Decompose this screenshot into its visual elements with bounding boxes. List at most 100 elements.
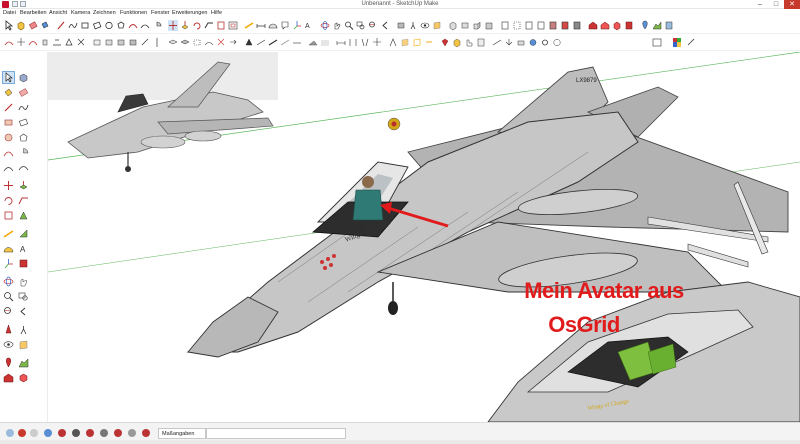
palette-line-icon[interactable] (3, 102, 14, 113)
paint-bucket-icon[interactable] (40, 20, 50, 31)
shaded-textures-icon[interactable] (560, 20, 570, 31)
palette-tape-measure-icon[interactable] (3, 228, 14, 239)
style-profile-icon[interactable] (268, 37, 278, 48)
eraser-icon[interactable] (28, 20, 38, 31)
status-tool-7-icon[interactable] (142, 429, 150, 437)
display-section-planes-icon[interactable] (412, 37, 422, 48)
palette-location-icon[interactable] (3, 357, 14, 368)
right-view-icon[interactable] (484, 20, 494, 31)
warehouse-icon[interactable] (588, 20, 598, 31)
stamp-icon[interactable] (40, 37, 50, 48)
solid-intersect-icon[interactable] (104, 37, 114, 48)
palette-share-icon[interactable] (18, 372, 29, 383)
palette-terrain-icon[interactable] (18, 357, 29, 368)
camera-parallel-icon[interactable] (348, 37, 358, 48)
palette-rotated-rectangle-icon[interactable] (18, 117, 29, 128)
palette-walk-icon[interactable] (18, 324, 29, 335)
back-edges-icon[interactable] (512, 20, 522, 31)
text-icon[interactable] (280, 20, 290, 31)
shaded-icon[interactable] (548, 20, 558, 31)
palette-warehouse-icon[interactable] (3, 372, 14, 383)
palette-move-icon[interactable] (3, 180, 14, 191)
wireframe-icon[interactable] (524, 20, 534, 31)
menu-kamera[interactable]: Kamera (71, 10, 90, 16)
minimize-button[interactable]: – (752, 0, 768, 9)
palette-previous-icon[interactable] (18, 306, 29, 317)
interact-icon[interactable] (464, 37, 474, 48)
offset-icon[interactable] (228, 20, 238, 31)
palette-dimension-icon[interactable] (18, 228, 29, 239)
status-tool-1-icon[interactable] (58, 429, 66, 437)
component-options-icon[interactable] (180, 37, 190, 48)
arc-icon[interactable] (128, 20, 138, 31)
circle-icon[interactable] (104, 20, 114, 31)
make-component-icon[interactable] (16, 20, 26, 31)
palette-position-camera-icon[interactable] (3, 324, 14, 335)
palette-pie-icon[interactable] (18, 147, 29, 158)
palette-orbit-icon[interactable] (3, 276, 14, 287)
select-tool-icon[interactable] (4, 20, 14, 31)
pie-icon[interactable] (152, 20, 162, 31)
status-tool-4-icon[interactable] (100, 429, 108, 437)
color-picker-icon[interactable] (672, 37, 682, 48)
close-button[interactable]: ✕ (784, 0, 800, 9)
palette-axes-icon[interactable] (3, 258, 14, 269)
drape-icon[interactable] (52, 37, 62, 48)
front-view-icon[interactable] (472, 20, 482, 31)
reverse-faces-icon[interactable] (228, 37, 238, 48)
share-component-icon[interactable] (612, 20, 622, 31)
palette-select-icon[interactable] (2, 71, 15, 84)
measure-icon[interactable] (492, 37, 502, 48)
palette-component-icon[interactable] (18, 72, 29, 83)
rotated-rectangle-icon[interactable] (92, 20, 102, 31)
fullscreen-icon[interactable] (652, 37, 662, 48)
palette-zoom-icon[interactable] (3, 291, 14, 302)
user-icon[interactable] (30, 429, 38, 437)
freehand-icon[interactable] (68, 20, 78, 31)
move-icon[interactable] (168, 20, 178, 31)
status-tool-3-icon[interactable] (86, 429, 94, 437)
orbit-icon[interactable] (320, 20, 330, 31)
palette-paint-icon[interactable] (3, 87, 14, 98)
palette-protractor-icon[interactable] (3, 243, 14, 254)
palette-follow-me-icon[interactable] (18, 195, 29, 206)
menu-ansicht[interactable]: Ansicht (49, 10, 67, 16)
line-tool-icon[interactable] (56, 20, 66, 31)
menu-erweiterungen[interactable]: Erweiterungen (172, 10, 207, 16)
palette-zoom-window-icon[interactable] (18, 291, 29, 302)
palette-eraser-icon[interactable] (18, 87, 29, 98)
rotate-icon[interactable] (192, 20, 202, 31)
top-view-icon[interactable] (460, 20, 470, 31)
palette-3d-text-icon[interactable] (18, 258, 29, 269)
flip-edge-icon[interactable] (76, 37, 86, 48)
zoom-extents-icon[interactable] (368, 20, 378, 31)
export-icon[interactable] (504, 37, 514, 48)
section-plane-icon[interactable] (432, 20, 442, 31)
look-around-icon[interactable] (420, 20, 430, 31)
previous-view-icon[interactable] (380, 20, 390, 31)
scene-canvas[interactable]: LX9879 Wings of Change Wings of Change (48, 52, 800, 422)
menu-funktionen[interactable]: Funktionen (120, 10, 147, 16)
solid-split-icon[interactable] (152, 37, 162, 48)
menu-zeichnen[interactable]: Zeichnen (93, 10, 116, 16)
preferences-icon[interactable] (540, 37, 550, 48)
ruby-console-icon[interactable] (440, 37, 450, 48)
style-extension-icon[interactable] (292, 37, 302, 48)
position-camera-icon[interactable] (396, 20, 406, 31)
pan-icon[interactable] (332, 20, 342, 31)
walkthrough-icon[interactable] (388, 37, 398, 48)
camera-perspective-icon[interactable] (360, 37, 370, 48)
solid-outer-shell-icon[interactable] (92, 37, 102, 48)
palette-offset-icon[interactable] (18, 210, 29, 221)
scale-icon[interactable] (216, 20, 226, 31)
print-icon[interactable] (516, 37, 526, 48)
geolocation-icon[interactable] (6, 429, 14, 437)
zoom-icon[interactable] (344, 20, 354, 31)
palette-text-icon[interactable]: A (18, 243, 29, 254)
iso-view-icon[interactable] (448, 20, 458, 31)
hidden-line-icon[interactable] (536, 20, 546, 31)
palette-look-around-icon[interactable] (3, 339, 14, 350)
palette-scale-icon[interactable] (3, 210, 14, 221)
menu-datei[interactable]: Datei (3, 10, 16, 16)
component-attributes-icon[interactable] (476, 37, 486, 48)
